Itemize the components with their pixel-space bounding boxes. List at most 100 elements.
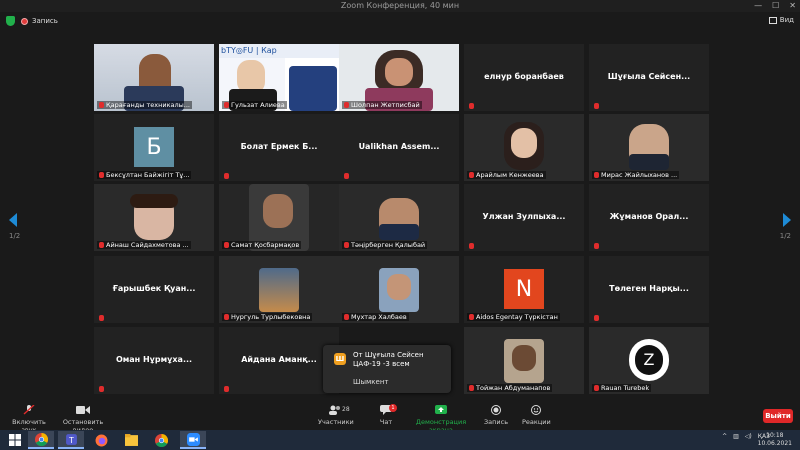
participant-name: Aidos Egentay Түркістан [476, 313, 558, 321]
record-button[interactable]: Запись [484, 405, 508, 426]
recording-indicator[interactable]: Запись [21, 17, 58, 25]
participant-tile[interactable]: N Aidos Egentay Түркістан [464, 256, 584, 323]
participant-tile[interactable]: Тойжан Абдуманапов [464, 327, 584, 394]
chrome-icon[interactable] [28, 431, 54, 449]
participant-name-label [97, 315, 106, 321]
participant-name-label: Бексұлтан Байжігіт Тұ... [97, 171, 192, 179]
video-camera-icon [76, 406, 90, 414]
file-explorer-icon[interactable] [118, 431, 144, 449]
participant-name-label: Шолпан Жетписбай [342, 101, 422, 109]
participant-tile[interactable]: Жұманов Орал... [589, 184, 709, 251]
svg-text:T: T [68, 435, 74, 444]
participant-tile[interactable]: Айнаш Сайдахметова ... [94, 184, 214, 251]
reaction-smiley-icon [531, 405, 541, 415]
participant-tile[interactable]: Мухтар Халбаев [339, 256, 459, 323]
chat-unread-badge: 1 [389, 404, 397, 412]
participant-tile[interactable]: Улжан Зулпыха... [464, 184, 584, 251]
participant-name-label: Гульзат Алиева [222, 101, 287, 109]
chat-notification-title: От Шұғыла Сейсен ЦАФ-19 -3 всем [353, 351, 424, 368]
participant-tile[interactable]: Болат Ермек Б... [219, 114, 339, 181]
muted-mic-icon [224, 173, 229, 179]
participant-tile[interactable]: Айдана Аманқ... [219, 327, 339, 394]
next-page-arrow-icon[interactable] [783, 213, 791, 227]
taskbar-clock[interactable]: 10:18 10.06.2021 [758, 432, 792, 448]
participant-name-label: Rauan Turebek [592, 384, 652, 392]
minimize-icon[interactable]: — [754, 0, 762, 12]
participant-display-name: елнур боранбаев [484, 72, 564, 81]
participant-name-label [222, 173, 231, 179]
close-icon[interactable]: ✕ [789, 0, 796, 12]
chat-notification[interactable]: Ш От Шұғыла Сейсен ЦАФ-19 -3 всем Шымкен… [323, 345, 451, 393]
muted-mic-icon [99, 315, 104, 321]
participant-name: Айнаш Сайдахметова ... [106, 241, 189, 249]
participant-name: Мирас Жайлыханов ... [601, 171, 678, 179]
participant-name-label: Aidos Egentay Түркістан [467, 313, 560, 321]
participant-tile[interactable]: Шолпан Жетписбай [339, 44, 459, 111]
participant-tile[interactable]: елнур боранбаев [464, 44, 584, 111]
muted-mic-icon [594, 103, 599, 109]
record-dot-icon [21, 17, 28, 25]
participant-display-name: Айдана Аманқ... [241, 355, 317, 364]
security-shield-icon[interactable] [6, 16, 15, 26]
participant-tile[interactable]: Ualikhan Assem... [339, 114, 459, 181]
participant-tile[interactable]: Нургуль Турлыбековна [219, 256, 339, 323]
muted-mic-icon [23, 405, 35, 415]
view-button[interactable]: Вид [768, 16, 794, 24]
muted-mic-icon [99, 386, 104, 392]
participant-tile[interactable]: Ғарышбек Қуан... [94, 256, 214, 323]
tray-up-arrow-icon[interactable]: ^ [722, 433, 727, 440]
firefox-icon[interactable] [88, 431, 114, 449]
maximize-icon[interactable]: ☐ [772, 0, 779, 12]
participant-tile[interactable]: Б Бексұлтан Байжігіт Тұ... [94, 114, 214, 181]
participant-tile[interactable]: Мирас Жайлыханов ... [589, 114, 709, 181]
start-windows-icon[interactable] [2, 431, 28, 449]
participant-tile[interactable]: Қарағанды техникалы... [94, 44, 214, 111]
participant-tile[interactable]: Тәңірберген Қалыбай [339, 184, 459, 251]
participant-display-name: Ғарышбек Қуан... [112, 284, 196, 293]
reactions-button[interactable]: Реакции [522, 405, 551, 426]
participant-tile[interactable]: Шұғыла Сейсен... [589, 44, 709, 111]
participant-tile[interactable]: bTY◎FU | Кар Гульзат Алиева [219, 44, 339, 111]
meeting-toolbar: Включить звук Остановить видео Участники… [0, 402, 800, 434]
chrome-second-icon[interactable] [148, 431, 174, 449]
participant-name-label [592, 315, 601, 321]
muted-mic-icon [344, 102, 349, 108]
window-titlebar: Zoom Конференция, 40 мин — ☐ ✕ [0, 0, 800, 12]
muted-mic-icon [594, 243, 599, 249]
participant-tile[interactable]: Оман Нұрмұха... [94, 327, 214, 394]
participant-tile[interactable]: Самат Қосбармақов [219, 184, 339, 251]
share-screen-icon [435, 405, 447, 414]
participant-name: Қарағанды техникалы... [106, 101, 190, 109]
participant-avatar: Б [134, 127, 174, 167]
muted-mic-icon [224, 242, 229, 248]
muted-mic-icon [594, 385, 599, 391]
participant-name-label [342, 173, 351, 179]
zoom-app-icon[interactable] [180, 431, 206, 449]
teams-icon[interactable]: T [58, 431, 84, 449]
participant-name-label: Нургуль Турлыбековна [222, 313, 313, 321]
prev-page-arrow-icon[interactable] [9, 213, 17, 227]
meeting-topbar: Запись Вид [0, 12, 800, 30]
participant-tile[interactable]: Z Rauan Turebek [589, 327, 709, 394]
leave-button[interactable]: Выйти [763, 409, 793, 423]
participant-display-name: Улжан Зулпыха... [482, 212, 566, 221]
participant-name: Тойжан Абдуманапов [476, 384, 551, 392]
clock-date: 10.06.2021 [757, 440, 792, 447]
window-title: Zoom Конференция, 40 мин [340, 1, 460, 10]
clock-time: 10:18 [766, 432, 784, 439]
network-icon[interactable]: ▥ [733, 433, 739, 440]
participant-display-name: Ualikhan Assem... [358, 142, 440, 151]
windows-taskbar: T ^ ▥ ◁) ҚАЗ 10:18 10.06.2021 [0, 430, 800, 450]
volume-icon[interactable]: ◁) [745, 433, 752, 440]
sender-avatar-icon: Ш [334, 353, 346, 365]
participant-name-label: Самат Қосбармақов [222, 241, 302, 249]
muted-mic-icon [224, 314, 229, 320]
participant-tile[interactable]: Төлеген Нарқы... [589, 256, 709, 323]
participant-name-label: Қарағанды техникалы... [97, 101, 192, 109]
participant-avatar: N [504, 269, 544, 309]
participant-name: Бексұлтан Байжігіт Тұ... [106, 171, 190, 179]
participant-display-name: Төлеген Нарқы... [609, 284, 689, 293]
muted-mic-icon [224, 102, 229, 108]
muted-mic-icon [99, 242, 104, 248]
participant-tile[interactable]: Арайлым Кенжеева [464, 114, 584, 181]
